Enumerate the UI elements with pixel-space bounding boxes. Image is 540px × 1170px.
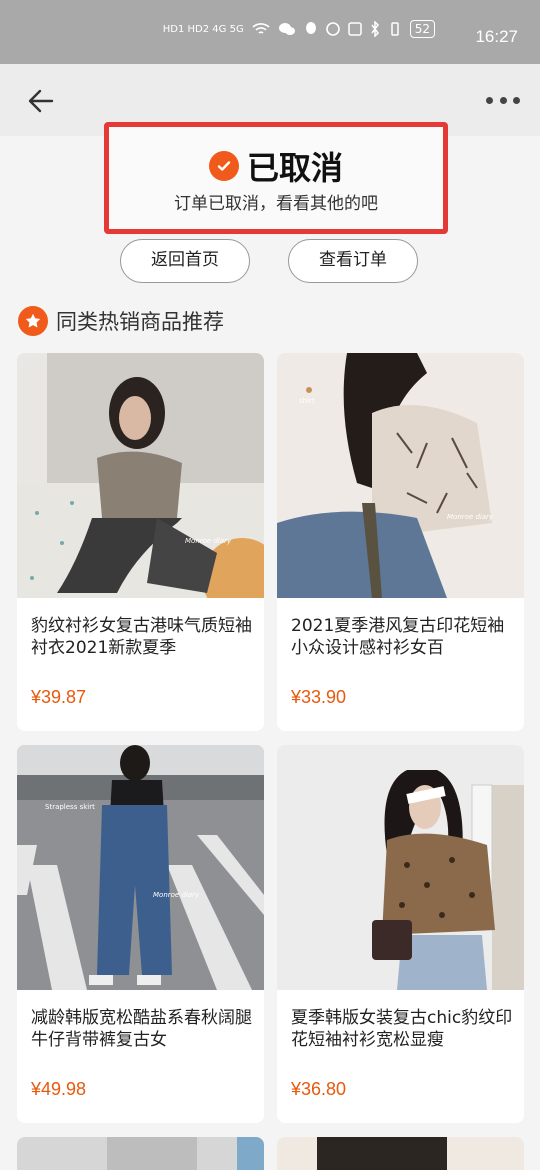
status-icons: HD1 HD2 4G 5G 52 (163, 20, 435, 38)
status-title-text: 已取消 (246, 149, 343, 187)
bell-off-icon (325, 22, 340, 36)
watermark-text: Strapless skirt (45, 803, 95, 811)
battery-icon: 52 (409, 20, 435, 38)
product-image (277, 1137, 524, 1170)
vibrate-icon (390, 22, 399, 36)
product-image (17, 1137, 264, 1170)
wifi-icon (252, 23, 270, 34)
watermark-text: Monroe diary (185, 537, 232, 545)
arrow-left-icon (28, 89, 54, 113)
dot-icon (486, 96, 493, 104)
status-subtitle: 订单已取消，看看其他的吧 (174, 194, 378, 214)
wechat-icon (278, 23, 295, 35)
view-order-button[interactable]: 查看订单 (288, 239, 418, 283)
dot-icon (513, 96, 520, 104)
check-circle-icon (208, 151, 239, 181)
product-image (277, 745, 524, 990)
section-title-text: 同类热销商品推荐 (56, 310, 224, 334)
order-status-panel: 已取消 订单已取消，看看其他的吧 (104, 122, 448, 234)
product-card[interactable]: 夏季韩版女装复古chic豹纹印花短袖衬衫宽松显瘦 ¥36.80 (277, 745, 524, 1123)
product-card[interactable]: Monroe diary 豹纹衬衫女复古港味气质短袖衬衣2021新款夏季 ¥39… (17, 353, 264, 731)
watermark-text: Monroe diary (153, 891, 200, 899)
nfc-icon (347, 22, 362, 36)
watermark-text: Monroe diary (447, 513, 494, 521)
product-card[interactable]: Strapless skirt Monroe diary 减龄韩版宽松酷盐系春秋… (17, 745, 264, 1123)
product-image: Strapless skirt Monroe diary (17, 745, 264, 990)
star-icon (18, 306, 48, 336)
qq-icon (305, 22, 316, 34)
product-price: ¥49.98 (31, 1079, 87, 1099)
back-button[interactable] (26, 86, 56, 116)
more-options-button[interactable] (486, 90, 520, 110)
product-name: 夏季韩版女装复古chic豹纹印花短袖衬衫宽松显瘦 (291, 1008, 513, 1050)
back-to-home-button[interactable]: 返回首页 (120, 239, 250, 283)
product-card[interactable]: shirt Monroe diary 2021夏季港风复古印花短袖小众设计感衬衫… (277, 353, 524, 731)
status-bar: HD1 HD2 4G 5G 52 16:27 (0, 0, 540, 64)
product-card[interactable] (277, 1137, 524, 1170)
product-price: ¥36.80 (291, 1079, 347, 1099)
dot-icon (499, 96, 507, 104)
signal-text: HD1 HD2 4G 5G (162, 23, 244, 35)
product-image: shirt Monroe diary (277, 353, 524, 598)
product-price: ¥39.87 (31, 687, 87, 707)
product-name: 减龄韩版宽松酷盐系春秋阔腿牛仔背带裤复古女 (31, 1008, 252, 1050)
product-price: ¥33.90 (291, 687, 347, 707)
clock: 16:27 (475, 27, 518, 46)
order-status-title: 已取消 (109, 143, 443, 189)
product-name: 2021夏季港风复古印花短袖小众设计感衬衫女百 (291, 616, 505, 658)
product-name: 豹纹衬衫女复古港味气质短袖衬衣2021新款夏季 (31, 616, 252, 658)
product-image: Monroe diary (17, 353, 264, 598)
product-card[interactable] (17, 1137, 264, 1170)
recommend-section-title: 同类热销商品推荐 (18, 306, 224, 336)
watermark-text: shirt (299, 397, 315, 405)
bluetooth-icon (371, 21, 379, 37)
